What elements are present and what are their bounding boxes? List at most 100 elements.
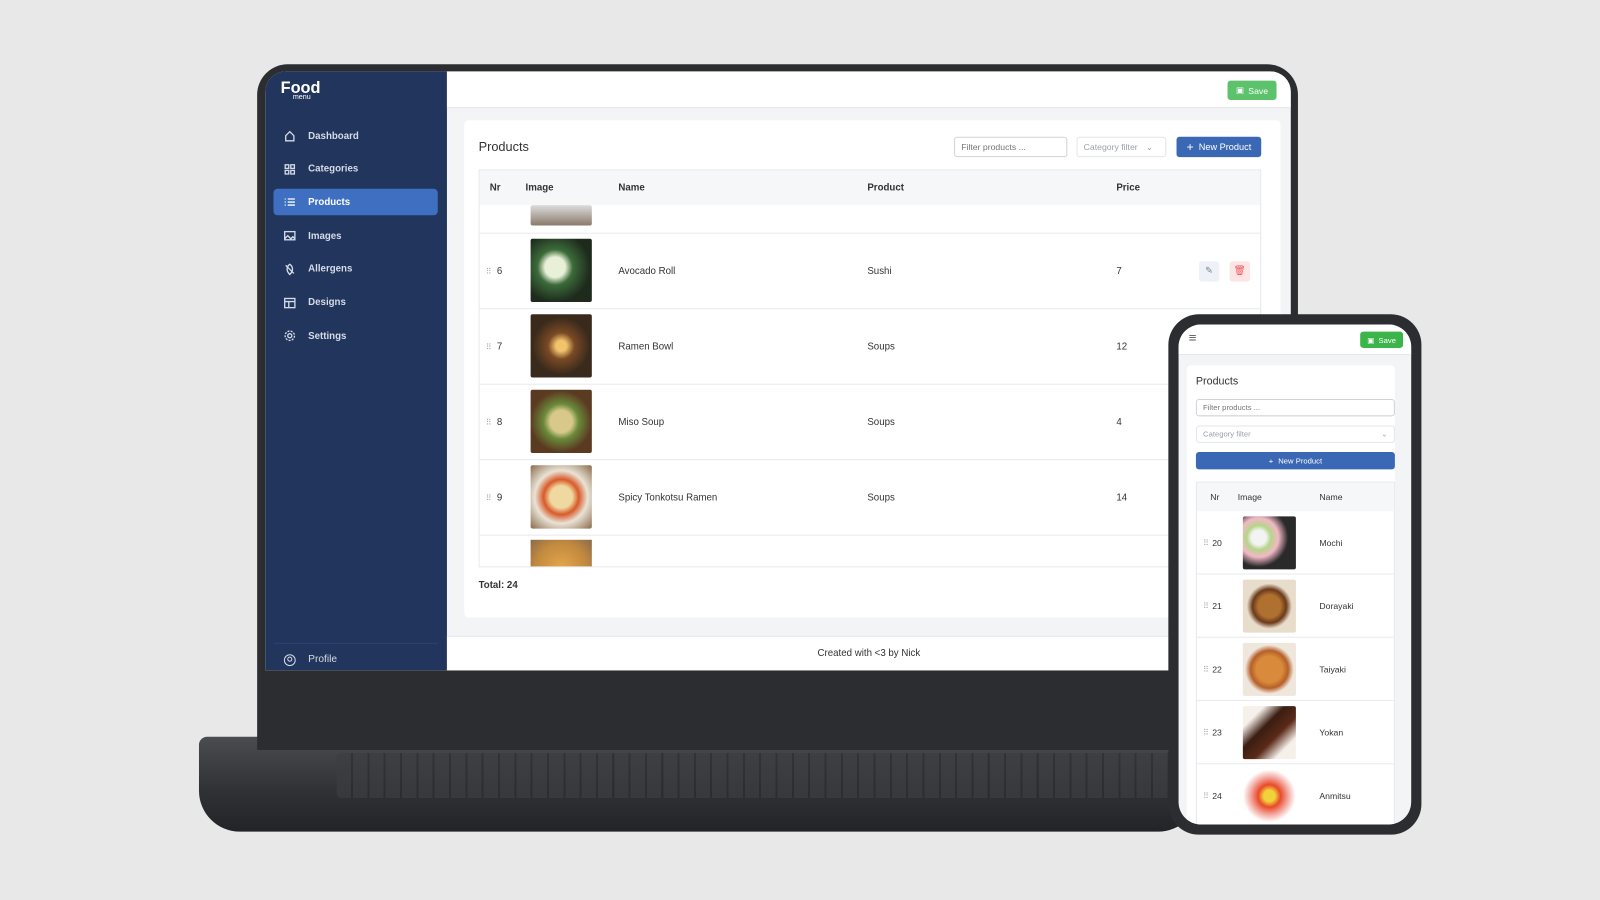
- sidebar-item-products[interactable]: Products: [273, 189, 438, 216]
- sidebar-item-designs[interactable]: Designs: [273, 289, 437, 316]
- allergen-icon: [285, 263, 295, 276]
- drag-handle-icon[interactable]: ⠿: [486, 417, 492, 426]
- sidebar-item-label: Designs: [308, 296, 346, 309]
- product-image: [1242, 516, 1296, 570]
- drag-handle-icon[interactable]: ⠿: [1203, 728, 1209, 737]
- product-name: Avocado Roll: [618, 265, 676, 277]
- product-name: Spicy Tonkotsu Ramen: [618, 491, 718, 504]
- mobile-products-card: Products Category filter⌄ +New Product N…: [1186, 365, 1395, 825]
- table-header: Nr Image Name Product Price: [479, 170, 1261, 206]
- mobile-table-row[interactable]: ⠿ 20 Mochi: [1196, 511, 1394, 575]
- row-nr: 22: [1212, 663, 1222, 674]
- layout-icon: [284, 297, 296, 308]
- sidebar-item-categories[interactable]: Categories: [273, 156, 437, 183]
- product-image: [530, 465, 592, 529]
- mobile-column-image: Image: [1237, 491, 1262, 503]
- mobile-filter-input[interactable]: [1195, 398, 1395, 417]
- row-nr: 24: [1212, 790, 1222, 801]
- sidebar-item-settings[interactable]: Settings: [273, 323, 437, 350]
- table-row[interactable]: ⠿ 6 Avocado Roll Sushi 7 ✎ 🗑: [479, 234, 1261, 310]
- edit-pencil-icon[interactable]: ✎: [1198, 260, 1220, 282]
- hamburger-menu-icon[interactable]: ≡: [1189, 330, 1197, 345]
- row-nr: 20: [1212, 537, 1222, 548]
- table-row-partial: [479, 205, 1261, 234]
- column-header-nr: Nr: [489, 182, 501, 194]
- mobile-table-row[interactable]: ⠿ 23 Yokan: [1196, 701, 1394, 765]
- column-header-name: Name: [618, 182, 645, 194]
- profile-link[interactable]: Profile: [273, 642, 438, 671]
- laptop-screen: Food menu Dashboard Categories Products Imag…: [265, 71, 1291, 671]
- product-price: 14: [1116, 491, 1128, 504]
- grid-icon: [284, 163, 296, 175]
- save-button[interactable]: ▣ Save: [1227, 80, 1277, 100]
- mobile-top-bar: ≡ ▣ Save: [1178, 324, 1412, 356]
- drag-handle-icon[interactable]: ⠿: [486, 266, 492, 275]
- logo: Food menu: [280, 79, 321, 102]
- product-image: [530, 539, 592, 567]
- user-icon: [283, 653, 296, 666]
- mobile-table-row[interactable]: ⠿ 22 Taiyaki: [1196, 638, 1394, 702]
- sidebar-item-images[interactable]: Images: [273, 223, 437, 250]
- gear-icon: [284, 330, 296, 342]
- product-price: 4: [1116, 416, 1122, 428]
- product-name: Mochi: [1319, 537, 1343, 548]
- row-nr: 9: [496, 491, 503, 504]
- product-category: Soups: [867, 416, 895, 428]
- drag-handle-icon[interactable]: ⠿: [1203, 538, 1209, 547]
- mobile-table-row[interactable]: ⠿ 21 Dorayaki: [1196, 574, 1394, 638]
- mobile-new-product-button[interactable]: + New Product: [1195, 452, 1395, 470]
- product-image: [1242, 579, 1296, 633]
- product-category: Soups: [867, 340, 895, 353]
- product-name: Taiyaki: [1319, 663, 1346, 674]
- table-row[interactable]: ⠿ 8 Miso Soup Soups 4: [479, 385, 1261, 461]
- drag-handle-icon[interactable]: ⠿: [1203, 791, 1209, 800]
- row-nr: 21: [1212, 600, 1222, 611]
- sidebar-item-label: Images: [308, 230, 342, 242]
- column-header-image: Image: [525, 182, 554, 194]
- sidebar-item-label: Allergens: [308, 263, 353, 275]
- mobile-table-row[interactable]: ⠿ 24 Anmitsu: [1197, 764, 1394, 824]
- mobile-category-filter[interactable]: Category filter ⌄: [1195, 425, 1395, 443]
- save-icon: ▣: [1367, 335, 1375, 345]
- product-category: Soups: [867, 491, 895, 504]
- table-row[interactable]: ⠿ 7 Ramen Bowl Soups 12: [479, 309, 1261, 385]
- product-name: Yokan: [1319, 727, 1344, 738]
- drag-handle-icon[interactable]: ⠿: [486, 342, 492, 351]
- mobile-page-title: Products: [1195, 375, 1239, 388]
- new-product-button[interactable]: + New Product: [1176, 136, 1262, 158]
- home-icon: [285, 130, 295, 142]
- product-image: [530, 389, 592, 454]
- sidebar-item-dashboard[interactable]: Dashboard: [273, 122, 437, 149]
- product-price: 12: [1116, 340, 1128, 353]
- sidebar: Food menu Dashboard Categories Products Imag…: [265, 71, 447, 671]
- product-image: [530, 314, 592, 378]
- filter-products-input[interactable]: [954, 136, 1068, 158]
- chevron-down-icon: ⌄: [1145, 141, 1154, 152]
- product-name: Miso Soup: [618, 416, 665, 428]
- drag-handle-icon[interactable]: ⠿: [1203, 601, 1209, 610]
- profile-label: Profile: [308, 654, 338, 666]
- product-image: [1242, 642, 1296, 696]
- delete-trash-icon[interactable]: 🗑: [1229, 260, 1250, 282]
- top-bar: ▣ Save: [446, 71, 1291, 109]
- mobile-save-button[interactable]: ▣ Save: [1360, 331, 1404, 348]
- category-filter-select[interactable]: Category filter ⌄: [1076, 136, 1167, 158]
- sidebar-item-allergens[interactable]: Allergens: [273, 256, 437, 283]
- row-nr: 23: [1212, 727, 1222, 738]
- products-table: Nr Image Name Product Price ⠿ 6 Avocado Roll…: [478, 169, 1262, 568]
- sidebar-item-label: Categories: [308, 163, 359, 175]
- row-nr: 6: [496, 265, 503, 277]
- row-nr: 8: [496, 416, 503, 428]
- drag-handle-icon[interactable]: ⠿: [486, 493, 492, 502]
- column-header-price: Price: [1116, 182, 1141, 194]
- product-category: Sushi: [867, 265, 892, 277]
- product-image: [1242, 706, 1296, 760]
- phone-screen: ≡ ▣Save Products Category filter⌄ +New P…: [1178, 324, 1412, 825]
- mobile-column-nr: Nr: [1210, 491, 1220, 503]
- list-icon: [284, 198, 295, 207]
- drag-handle-icon[interactable]: ⠿: [1203, 664, 1209, 673]
- product-name: Dorayaki: [1319, 600, 1354, 611]
- product-image: [530, 238, 592, 303]
- total-count: Total: 24: [478, 579, 518, 591]
- table-row[interactable]: ⠿ 9 Spicy Tonkotsu Ramen Soups 14: [479, 460, 1261, 536]
